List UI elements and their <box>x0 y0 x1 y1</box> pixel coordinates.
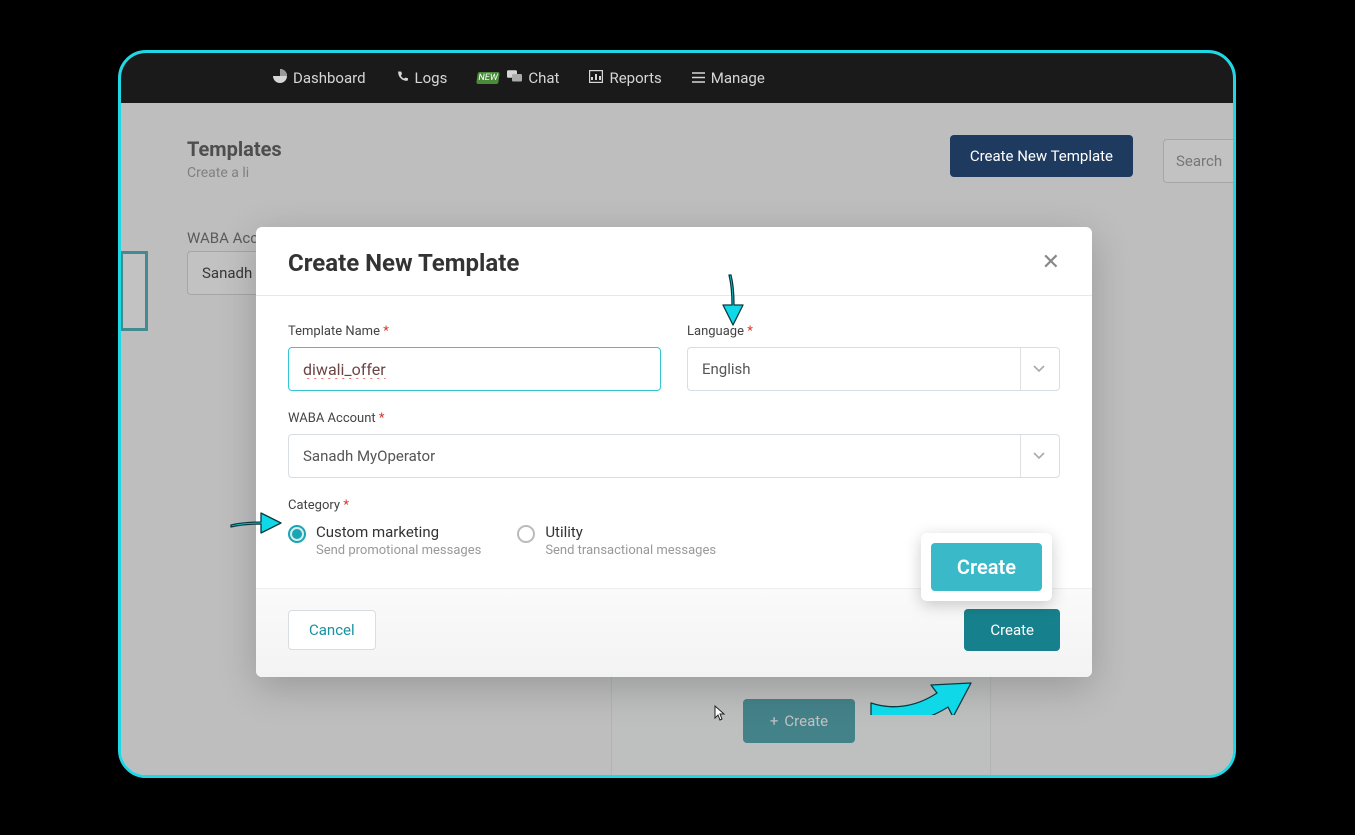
category-utility[interactable]: Utility Send transactional messages <box>517 523 716 558</box>
nav-dashboard[interactable]: Dashboard <box>261 63 378 93</box>
nav-manage-label: Manage <box>711 69 765 87</box>
nav-chat[interactable]: NEW Chat <box>465 63 571 93</box>
callout-create-button[interactable]: Create <box>931 543 1042 591</box>
category-custom-marketing[interactable]: Custom marketing Send promotional messag… <box>288 523 481 558</box>
chevron-down-icon <box>1020 435 1045 477</box>
arrow-down-icon <box>715 273 751 333</box>
modal-body: Template Name * Language * English <box>256 296 1092 568</box>
phone-icon <box>396 69 409 87</box>
arrow-curve-icon <box>865 655 975 719</box>
cancel-button[interactable]: Cancel <box>288 610 376 650</box>
create-new-template-button[interactable]: Create New Template <box>950 135 1133 177</box>
close-icon[interactable]: ✕ <box>1042 252 1060 274</box>
nav-reports[interactable]: Reports <box>577 63 673 93</box>
nav-logs[interactable]: Logs <box>384 63 460 93</box>
language-select[interactable]: English <box>687 347 1060 391</box>
top-navbar: Dashboard Logs NEW Chat Reports Manage <box>121 53 1233 103</box>
nav-reports-label: Reports <box>609 69 661 87</box>
waba-account-value: Sanadh MyOperator <box>303 447 435 465</box>
nav-manage[interactable]: Manage <box>680 63 777 93</box>
nav-logs-label: Logs <box>415 69 448 87</box>
radio-checked-icon <box>288 525 306 543</box>
modal-header: Create New Template ✕ <box>256 227 1092 296</box>
create-template-modal: Create New Template ✕ Template Name * La… <box>256 227 1092 677</box>
opt1-sub: Send promotional messages <box>316 543 481 558</box>
hamburger-icon <box>692 69 705 87</box>
nav-chat-label: Chat <box>528 69 559 87</box>
template-name-input[interactable] <box>288 347 661 391</box>
arrow-right-icon <box>229 511 285 551</box>
opt2-title: Utility <box>545 523 716 541</box>
opt1-title: Custom marketing <box>316 523 481 541</box>
template-name-label: Template Name * <box>288 324 661 339</box>
app-frame: Dashboard Logs NEW Chat Reports Manage <box>118 50 1236 778</box>
create-callout: Create <box>921 533 1052 601</box>
cursor-icon <box>714 705 728 727</box>
language-value: English <box>702 360 751 378</box>
modal-title: Create New Template <box>288 249 519 277</box>
pie-chart-icon <box>273 69 287 87</box>
radio-unchecked-icon <box>517 525 535 543</box>
waba-account-label: WABA Account * <box>288 411 1060 426</box>
chat-icon <box>507 69 522 87</box>
chevron-down-icon <box>1020 348 1045 390</box>
new-badge: NEW <box>477 72 501 84</box>
bar-chart-icon <box>589 69 603 87</box>
waba-account-select[interactable]: Sanadh MyOperator <box>288 434 1060 478</box>
category-label: Category * <box>288 498 1060 513</box>
opt2-sub: Send transactional messages <box>545 543 716 558</box>
nav-dashboard-label: Dashboard <box>293 69 366 87</box>
modal-create-button[interactable]: Create <box>964 609 1060 651</box>
page-content: Templates Create a li Create New Templat… <box>121 103 1233 775</box>
